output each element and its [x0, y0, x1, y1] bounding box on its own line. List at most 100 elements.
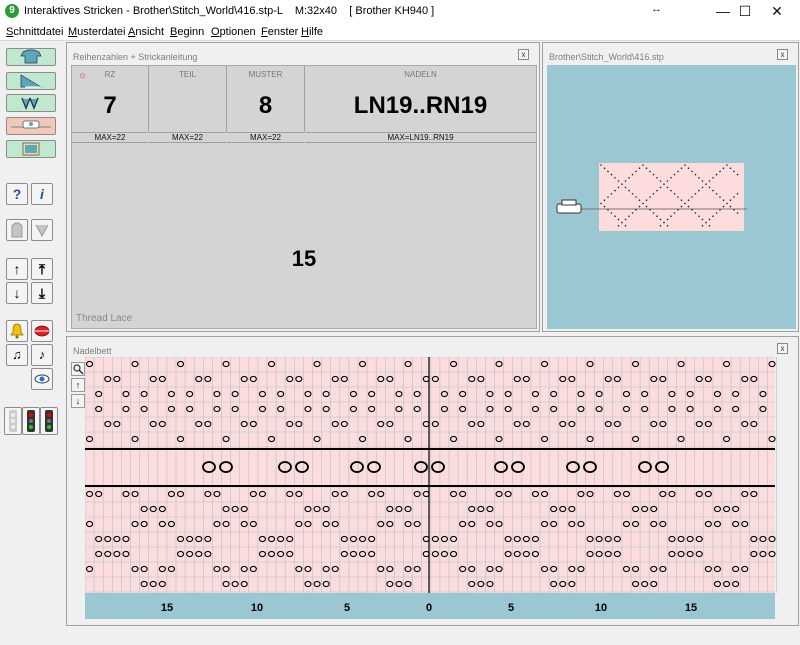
vest-knit-button[interactable]: [31, 219, 53, 241]
preview-stitch-dot: [666, 218, 669, 221]
preview-stitch-dot: [607, 170, 609, 173]
preview-stitch-dot: [691, 209, 693, 211]
rows-grid: ☼ RZ 7 MAX=22 TEIL MAX=22 MUSTER 8 MAX=2…: [71, 65, 537, 329]
rz-max: MAX=22: [72, 132, 148, 143]
preview-stitch-dot: [617, 180, 620, 182]
row-down-button[interactable]: ↓: [6, 282, 28, 304]
axis-label: 15: [161, 602, 173, 614]
preview-stitch-dot: [691, 170, 693, 173]
preview-stitch-dot: [600, 164, 602, 166]
help-button[interactable]: ?: [6, 183, 28, 205]
preview-stitch-dot: [628, 215, 630, 217]
menu-optionen[interactable]: Optionen: [211, 26, 256, 38]
preview-stitch-dot: [621, 221, 623, 224]
bed-scroll-up-button[interactable]: ↑: [71, 378, 85, 392]
preview-panel-close-button[interactable]: x: [777, 49, 788, 60]
traffic-light-off-button[interactable]: [4, 407, 22, 435]
menu-ansicht[interactable]: Ansicht: [128, 26, 164, 38]
menu-schnittdatei[interactable]: Schnittdatei: [6, 26, 64, 38]
needle-bed-close-button[interactable]: x: [777, 343, 788, 354]
preview-stitch-dot: [733, 170, 735, 173]
preview-carriage-icon: [556, 199, 582, 214]
triangle-pattern-button[interactable]: [6, 72, 56, 90]
preview-stitch-dot: [712, 215, 714, 217]
vest-front-icon: [11, 222, 23, 238]
preview-stitch-dot: [645, 167, 648, 169]
info-button[interactable]: i: [31, 183, 53, 205]
preview-stitch-dot: [603, 167, 606, 169]
preview-stitch-dot: [680, 205, 683, 208]
bed-scroll-down-button[interactable]: ↓: [71, 394, 85, 408]
preview-stitch-dot: [659, 180, 662, 182]
vest-knit-icon: [35, 224, 49, 238]
vest-front-button[interactable]: [6, 219, 28, 241]
needle-bed-header: Nadelbett x: [67, 337, 798, 359]
preview-stitch-dot: [729, 199, 732, 201]
image-pattern-button[interactable]: [6, 140, 56, 158]
preview-stitch-dot: [680, 167, 683, 169]
knit-stitch-button[interactable]: [6, 94, 56, 112]
preview-stitch-dot: [701, 218, 704, 221]
preview-graphic: [556, 163, 747, 231]
app-icon: 9: [5, 4, 19, 18]
row-up-button[interactable]: ↑: [6, 258, 28, 280]
preview-stitch-dot: [649, 170, 651, 173]
preview-stitch-dot: [645, 199, 648, 201]
preview-stitch-dot: [673, 193, 676, 195]
preview-stitch-dot: [659, 225, 662, 227]
preview-stitch-dot: [635, 196, 637, 198]
preview-stitch-dot: [659, 186, 662, 189]
rz-cell: ☼ RZ 7 MAX=22: [72, 66, 149, 143]
menu-hilfe[interactable]: Hilfe: [301, 26, 323, 38]
muster-label: MUSTER: [248, 70, 283, 79]
preview-stitch-dot: [684, 202, 686, 205]
close-button[interactable]: ✕: [754, 0, 800, 23]
preview-stitch-dot: [649, 209, 651, 211]
bell-button[interactable]: [6, 320, 28, 342]
menu-beginn[interactable]: Beginn: [170, 26, 204, 38]
preview-stitch-dot: [733, 209, 735, 211]
preview-stitch-dot: [698, 177, 700, 179]
axis-label: 5: [508, 602, 514, 614]
music-note-button[interactable]: ♪: [31, 344, 53, 366]
rows-panel-close-button[interactable]: x: [518, 49, 529, 60]
preview-stitch-dot: [733, 196, 735, 198]
pin-icon[interactable]: ↔: [651, 3, 662, 15]
bell-icon: [10, 323, 24, 339]
muster-value: 8: [258, 92, 273, 119]
preview-stitch-dot: [649, 196, 651, 198]
preview-stitch-dot: [694, 212, 697, 214]
preview-stitch-dot: [670, 189, 672, 192]
preview-panel-header: Brother\Stitch_World\416.stp x: [543, 43, 798, 65]
eye-button[interactable]: [31, 368, 53, 390]
menu-musterdatei[interactable]: Musterdatei: [68, 26, 125, 38]
preview-stitch-dot: [719, 209, 721, 211]
preview-stitch-dot: [708, 186, 711, 189]
preview-stitch-dot: [617, 225, 620, 227]
row-down-bottom-button[interactable]: ⤓: [31, 282, 53, 304]
preview-stitch-dot: [614, 189, 616, 192]
traffic-light-red-button[interactable]: [22, 407, 40, 435]
music-note-double-button[interactable]: ♫: [6, 344, 28, 366]
preview-stitch-dot: [610, 212, 613, 214]
preview-stitch-dot: [694, 173, 697, 176]
preview-stitch-dot: [701, 225, 704, 227]
preview-panel: Brother\Stitch_World\416.stp x: [542, 42, 799, 332]
row-up-top-button[interactable]: ⤒: [31, 258, 53, 280]
axis-label: 15: [685, 602, 697, 614]
preview-stitch-dot: [652, 212, 655, 214]
menu-fenster[interactable]: Fenster: [261, 26, 298, 38]
preview-stitch-dot: [722, 205, 725, 208]
preview-stitch-dot: [684, 164, 686, 166]
muster-cell: MUSTER 8 MAX=22: [227, 66, 305, 143]
lips-button[interactable]: [31, 320, 53, 342]
preview-stitch-dot: [687, 167, 690, 169]
carriage-button[interactable]: [6, 117, 56, 135]
preview-stitch-dot: [701, 180, 704, 182]
sweater-shape-button[interactable]: [6, 48, 56, 66]
axis-label: 5: [344, 602, 350, 614]
traffic-light-green-button[interactable]: [40, 407, 58, 435]
preview-stitch-dot: [677, 209, 679, 211]
preview-stitch-dot: [705, 183, 707, 185]
zoom-button[interactable]: [71, 362, 85, 376]
